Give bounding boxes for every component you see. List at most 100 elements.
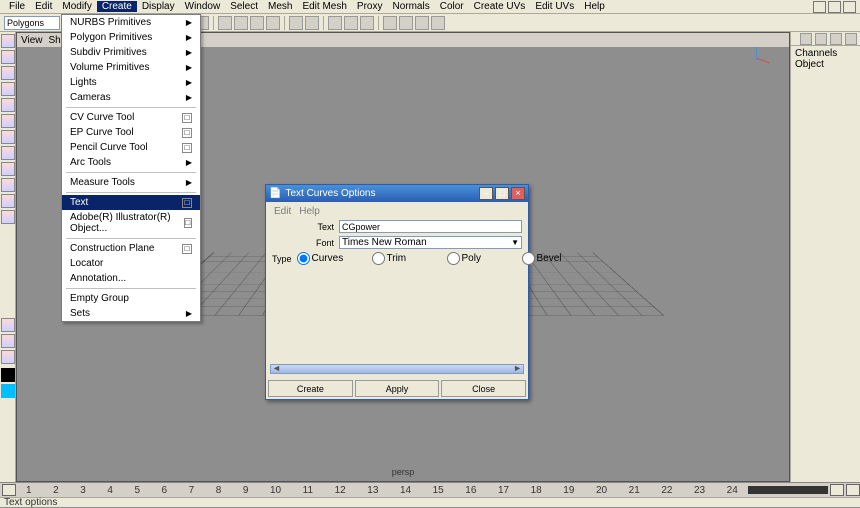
menu-item[interactable]: NURBS Primitives▶: [62, 15, 200, 30]
layout-single-icon[interactable]: [383, 16, 397, 30]
layout-hyper-icon[interactable]: [431, 16, 445, 30]
type-radio-bevel[interactable]: Bevel: [522, 252, 584, 265]
scale-tool-button[interactable]: [1, 98, 15, 112]
frame-tick[interactable]: 17: [498, 485, 509, 496]
menu-normals[interactable]: Normals: [387, 1, 434, 12]
dialog-menu-help[interactable]: Help: [299, 206, 320, 217]
swatch-black[interactable]: [1, 368, 15, 382]
menu-create-uvs[interactable]: Create UVs: [469, 1, 531, 12]
font-dropdown[interactable]: Times New Roman ▼: [339, 236, 522, 249]
menu-edit-uvs[interactable]: Edit UVs: [530, 1, 579, 12]
menu-proxy[interactable]: Proxy: [352, 1, 388, 12]
frame-tick[interactable]: 21: [629, 485, 640, 496]
dialog-titlebar[interactable]: 📄 Text Curves Options – □ ×: [266, 185, 528, 202]
frame-tick[interactable]: 1: [26, 485, 32, 496]
menu-item[interactable]: Construction Plane□: [62, 241, 200, 256]
menu-item[interactable]: Cameras▶: [62, 90, 200, 105]
frame-tick[interactable]: 24: [727, 485, 738, 496]
apply-button[interactable]: Apply: [355, 380, 440, 397]
panel-icon[interactable]: [830, 33, 842, 45]
menu-item[interactable]: Arc Tools▶: [62, 155, 200, 170]
layout-four-button[interactable]: [1, 178, 15, 192]
play-button[interactable]: [2, 484, 16, 496]
layout-four-icon[interactable]: [399, 16, 413, 30]
close-window-button[interactable]: ×: [511, 187, 525, 200]
module-dropdown[interactable]: [4, 16, 60, 30]
frame-tick[interactable]: 6: [162, 485, 168, 496]
menu-window[interactable]: Window: [180, 1, 226, 12]
move-tool-button[interactable]: [1, 66, 15, 80]
radio-input[interactable]: [522, 252, 535, 265]
menu-select[interactable]: Select: [225, 1, 263, 12]
frame-tick[interactable]: 16: [465, 485, 476, 496]
menu-item[interactable]: Empty Group: [62, 291, 200, 306]
menu-item[interactable]: CV Curve Tool□: [62, 110, 200, 125]
menu-item[interactable]: Annotation...: [62, 271, 200, 286]
frame-tick[interactable]: 7: [189, 485, 195, 496]
menu-item[interactable]: Subdiv Primitives▶: [62, 45, 200, 60]
menu-help[interactable]: Help: [579, 1, 610, 12]
menu-item[interactable]: EP Curve Tool□: [62, 125, 200, 140]
frame-tick[interactable]: 4: [107, 485, 113, 496]
option-box-icon[interactable]: □: [182, 128, 192, 138]
radio-input[interactable]: [297, 252, 310, 265]
frame-tick[interactable]: 22: [661, 485, 672, 496]
soft-mod-button[interactable]: [1, 130, 15, 144]
menu-item[interactable]: Measure Tools▶: [62, 175, 200, 190]
minimize-button[interactable]: –: [479, 187, 493, 200]
maximize-button[interactable]: □: [495, 187, 509, 200]
type-radio-poly[interactable]: Poly: [447, 252, 509, 265]
type-radio-curves[interactable]: Curves: [297, 252, 359, 265]
rotate-tool-button[interactable]: [1, 82, 15, 96]
menu-item[interactable]: Adobe(R) Illustrator(R) Object...□: [62, 210, 200, 236]
option-box-icon[interactable]: □: [182, 143, 192, 153]
create-button[interactable]: Create: [268, 380, 353, 397]
snap-grid-icon[interactable]: [218, 16, 232, 30]
frame-tick[interactable]: 20: [596, 485, 607, 496]
menu-display[interactable]: Display: [137, 1, 180, 12]
menu-item[interactable]: Polygon Primitives▶: [62, 30, 200, 45]
panel-icon[interactable]: [815, 33, 827, 45]
toolbar-icon[interactable]: [843, 1, 856, 13]
toolbox-button[interactable]: [1, 318, 15, 332]
frame-tick[interactable]: 19: [563, 485, 574, 496]
layout-outliner-icon[interactable]: [415, 16, 429, 30]
render-icon[interactable]: [328, 16, 342, 30]
snap-point-icon[interactable]: [250, 16, 264, 30]
panel-icon[interactable]: [845, 33, 857, 45]
render-settings-icon[interactable]: [360, 16, 374, 30]
text-input[interactable]: [339, 220, 522, 233]
ipr-render-icon[interactable]: [344, 16, 358, 30]
history-on-icon[interactable]: [289, 16, 303, 30]
frame-tick[interactable]: 12: [335, 485, 346, 496]
swatch-blue[interactable]: [1, 384, 15, 398]
range-input[interactable]: [830, 484, 844, 496]
dialog-menu-edit[interactable]: Edit: [274, 206, 291, 217]
menu-item[interactable]: Sets▶: [62, 306, 200, 321]
menu-item[interactable]: Volume Primitives▶: [62, 60, 200, 75]
toolbox-button[interactable]: [1, 334, 15, 348]
frame-tick[interactable]: 18: [531, 485, 542, 496]
close-button[interactable]: Close: [441, 380, 526, 397]
frame-tick[interactable]: 14: [400, 485, 411, 496]
last-tool-button[interactable]: [1, 146, 15, 160]
panel-icon[interactable]: [800, 33, 812, 45]
snap-plane-icon[interactable]: [266, 16, 280, 30]
tab-object[interactable]: Object: [795, 59, 824, 70]
frame-tick[interactable]: 23: [694, 485, 705, 496]
frame-tick[interactable]: 8: [216, 485, 222, 496]
time-slider[interactable]: 123456789101112131415161718192021222324: [0, 482, 860, 497]
radio-input[interactable]: [372, 252, 385, 265]
radio-input[interactable]: [447, 252, 460, 265]
frame-tick[interactable]: 9: [243, 485, 249, 496]
layout-single-button[interactable]: [1, 162, 15, 176]
menu-edit[interactable]: Edit: [30, 1, 57, 12]
menu-item[interactable]: Pencil Curve Tool□: [62, 140, 200, 155]
type-radio-trim[interactable]: Trim: [372, 252, 434, 265]
option-box-icon[interactable]: □: [184, 218, 192, 228]
menu-edit-mesh[interactable]: Edit Mesh: [297, 1, 351, 12]
frame-tick[interactable]: 3: [80, 485, 86, 496]
option-box-icon[interactable]: □: [182, 198, 192, 208]
toolbox-button[interactable]: [1, 350, 15, 364]
menu-item[interactable]: Lights▶: [62, 75, 200, 90]
